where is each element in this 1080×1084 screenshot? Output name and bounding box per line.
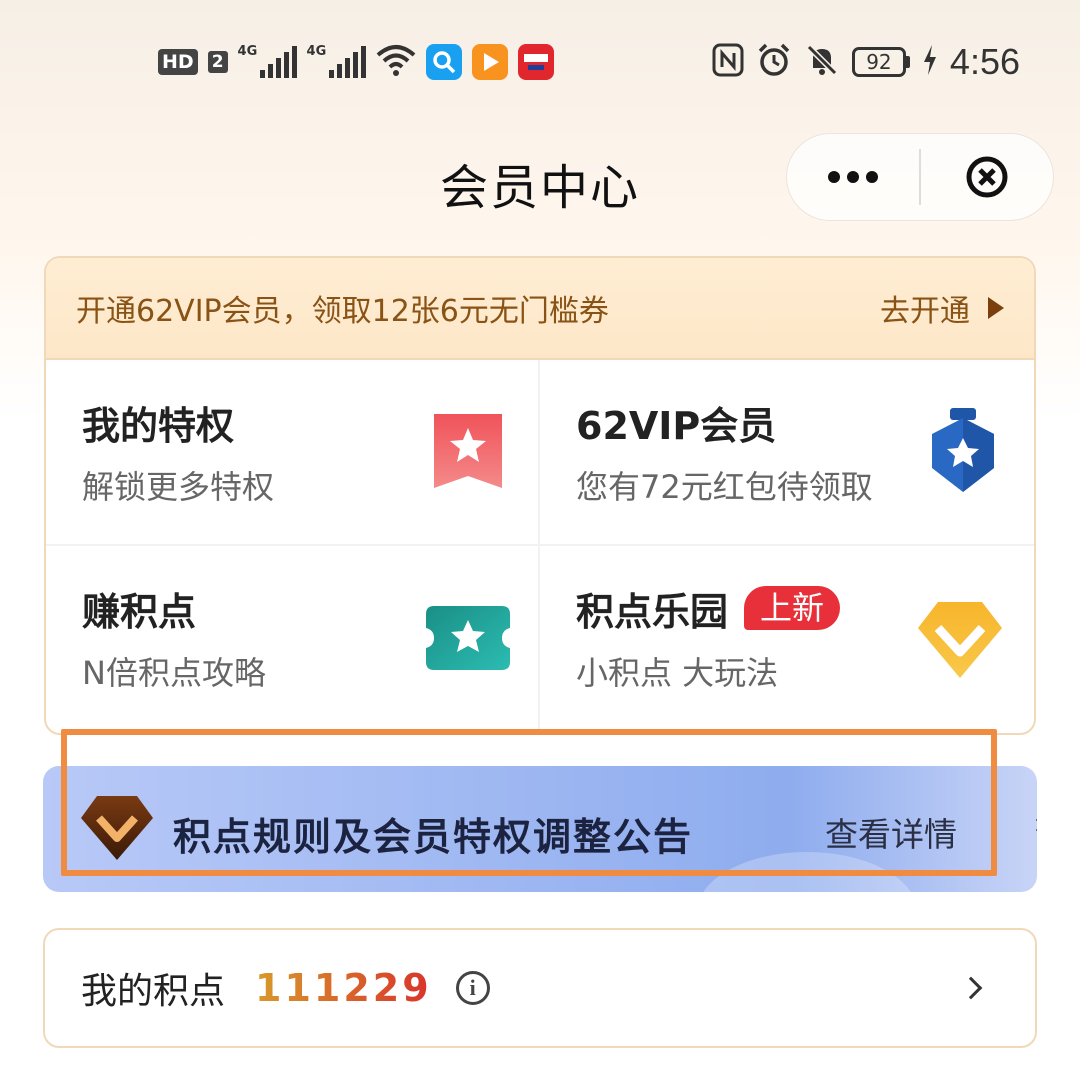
gold-diamond-icon <box>916 600 1004 684</box>
status-right-icons: 92 4:56 <box>712 41 1020 82</box>
charging-icon <box>922 45 938 79</box>
teal-ticket-star-icon <box>426 606 510 674</box>
my-privileges-tile[interactable]: 我的特权 解锁更多特权 <box>46 360 540 546</box>
chevron-right-icon <box>959 976 983 1000</box>
red-bookmark-star-icon <box>432 412 504 494</box>
new-badge: 上新 <box>744 586 841 630</box>
banner-decoration <box>697 852 917 892</box>
vip-promo-banner[interactable]: 开通62VIP会员，领取12张6元无门槛券 去开通 <box>46 258 1034 360</box>
network-type-label: 4G <box>306 44 327 59</box>
info-icon[interactable]: i <box>455 971 490 1005</box>
announcement-banner[interactable]: 积点规则及会员特权调整公告 查看详情 <box>43 766 1037 892</box>
member-card: 开通62VIP会员，领取12张6元无门槛券 去开通 我的特权 解锁更多特权 62… <box>44 256 1036 735</box>
blue-shield-star-icon <box>928 408 998 498</box>
open-vip-label: 去开通 <box>880 294 970 329</box>
my-points-row[interactable]: 我的积点 111229 i <box>43 928 1037 1048</box>
sim2-badge: 2 <box>207 51 228 73</box>
points-value: 111229 <box>255 966 432 1010</box>
points-label: 我的积点 <box>81 971 226 1012</box>
wifi-icon <box>376 43 416 81</box>
battery-level: 92 <box>851 47 906 77</box>
clock: 4:56 <box>949 41 1020 82</box>
network-type-label: 4G <box>237 44 258 59</box>
view-details-link[interactable]: 查看详情 <box>825 808 957 856</box>
earn-points-tile[interactable]: 赚积点 N倍积点攻略 <box>46 546 540 733</box>
vip-member-tile[interactable]: 62VIP会员 您有72元红包待领取 <box>540 360 1034 546</box>
tile-title-text: 积点乐园 <box>576 589 729 634</box>
search-app-icon <box>425 44 462 80</box>
hd-badge: HD <box>158 49 198 75</box>
cloud-pay-app-icon <box>517 44 554 80</box>
promo-text: 开通62VIP会员，领取12张6元无门槛券 <box>76 294 609 329</box>
more-dots-icon[interactable] <box>787 134 919 220</box>
status-bar: HD 2 4G 4G 92 4:56 <box>0 0 1080 130</box>
announcement-title: 积点规则及会员特权调整公告 <box>173 815 694 859</box>
play-arrow-icon <box>988 297 1004 319</box>
points-park-tile[interactable]: 积点乐园 上新 小积点 大玩法 <box>540 546 1034 733</box>
mute-bell-icon <box>804 42 840 82</box>
bronze-diamond-icon <box>79 794 155 866</box>
feature-grid: 我的特权 解锁更多特权 62VIP会员 您有72元红包待领取 赚积点 N倍积点攻… <box>46 360 1034 733</box>
chevron-right-icon <box>1030 817 1037 833</box>
signal-4g-icon: 4G <box>237 44 297 78</box>
video-app-icon <box>471 44 508 80</box>
close-circle-icon[interactable] <box>921 134 1053 220</box>
open-vip-button[interactable]: 去开通 <box>880 286 1004 330</box>
status-left-icons: HD 2 4G 4G <box>158 42 554 82</box>
mini-program-capsule <box>786 133 1054 221</box>
nfc-icon <box>712 43 744 81</box>
battery-icon: 92 <box>851 47 910 77</box>
alarm-icon <box>756 42 792 82</box>
signal-4g-icon: 4G <box>306 44 366 78</box>
